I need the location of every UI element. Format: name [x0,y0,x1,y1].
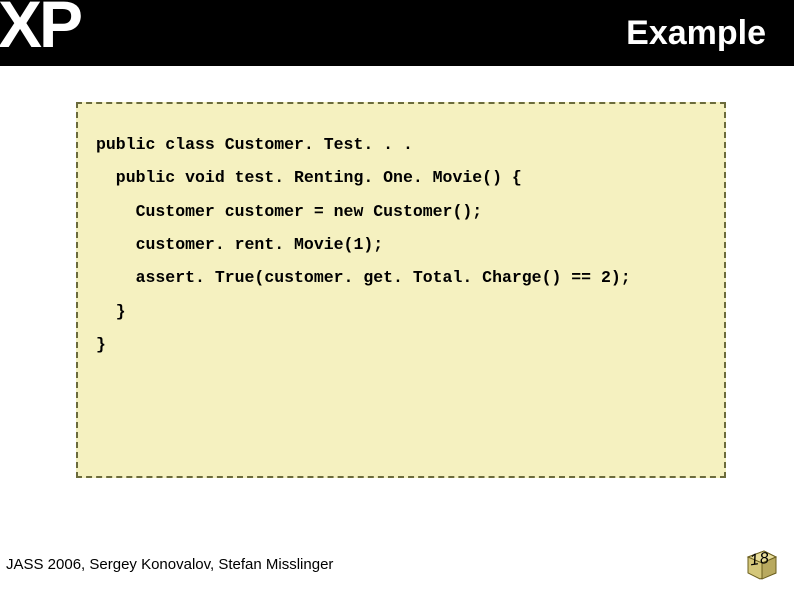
code-line: } [96,302,126,321]
code-line: public class Customer. Test. . . [96,135,413,154]
code-line: customer. rent. Movie(1); [96,235,383,254]
code-block: public class Customer. Test. . . public … [76,102,726,478]
code-line: assert. True(customer. get. Total. Charg… [96,268,631,287]
slide-header: XP Example [0,0,794,66]
footer-text: JASS 2006, Sergey Konovalov, Stefan Miss… [6,556,333,573]
xp-logo: XP [0,0,80,57]
page-number: 18 [749,550,771,571]
code-line: public void test. Renting. One. Movie() … [96,168,522,187]
code-line: Customer customer = new Customer(); [96,202,482,221]
page-number-badge: 18 [744,545,780,581]
slide-title: Example [626,14,766,53]
code-line: } [96,335,106,354]
